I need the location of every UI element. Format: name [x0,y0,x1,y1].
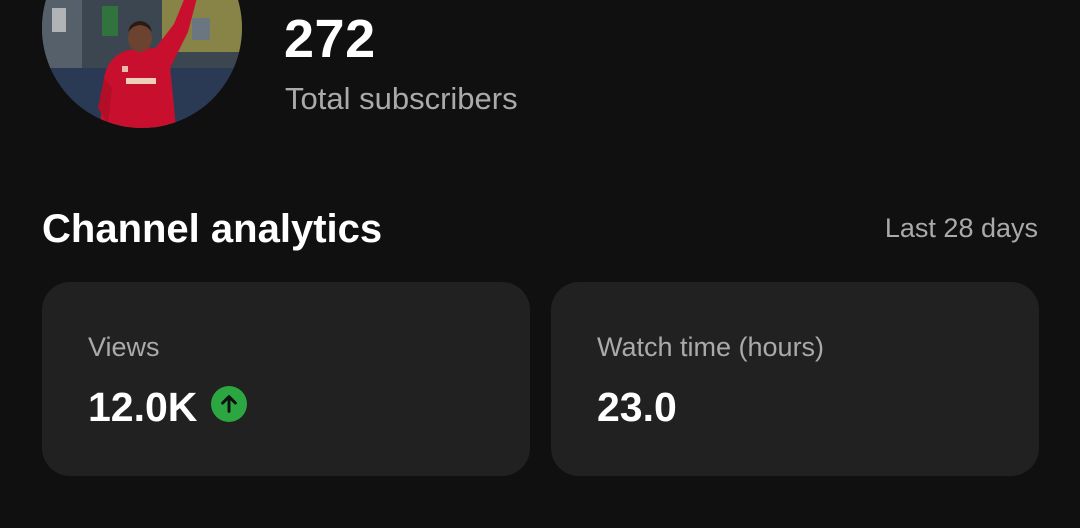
watch-time-value-row: 23.0 [597,382,677,432]
watch-time-value: 23.0 [597,384,677,430]
channel-avatar[interactable] [42,0,242,128]
watch-time-card[interactable]: Watch time (hours) 23.0 [551,282,1039,476]
avatar-photo [42,0,242,128]
views-label: Views [88,332,160,362]
section-title: Channel analytics [42,207,383,251]
watch-time-label: Watch time (hours) [597,332,825,362]
subscriber-label: Total subscribers [285,81,518,116]
subscriber-count: 272 [284,9,376,69]
views-value-row: 12.0K [88,382,248,432]
views-value: 12.0K [88,384,198,430]
channel-dashboard: 272 Total subscribers Channel analytics … [0,0,1080,528]
period-selector[interactable]: Last 28 days [885,211,1038,245]
views-card[interactable]: Views 12.0K [42,282,530,476]
arrow-up-icon [211,386,248,422]
